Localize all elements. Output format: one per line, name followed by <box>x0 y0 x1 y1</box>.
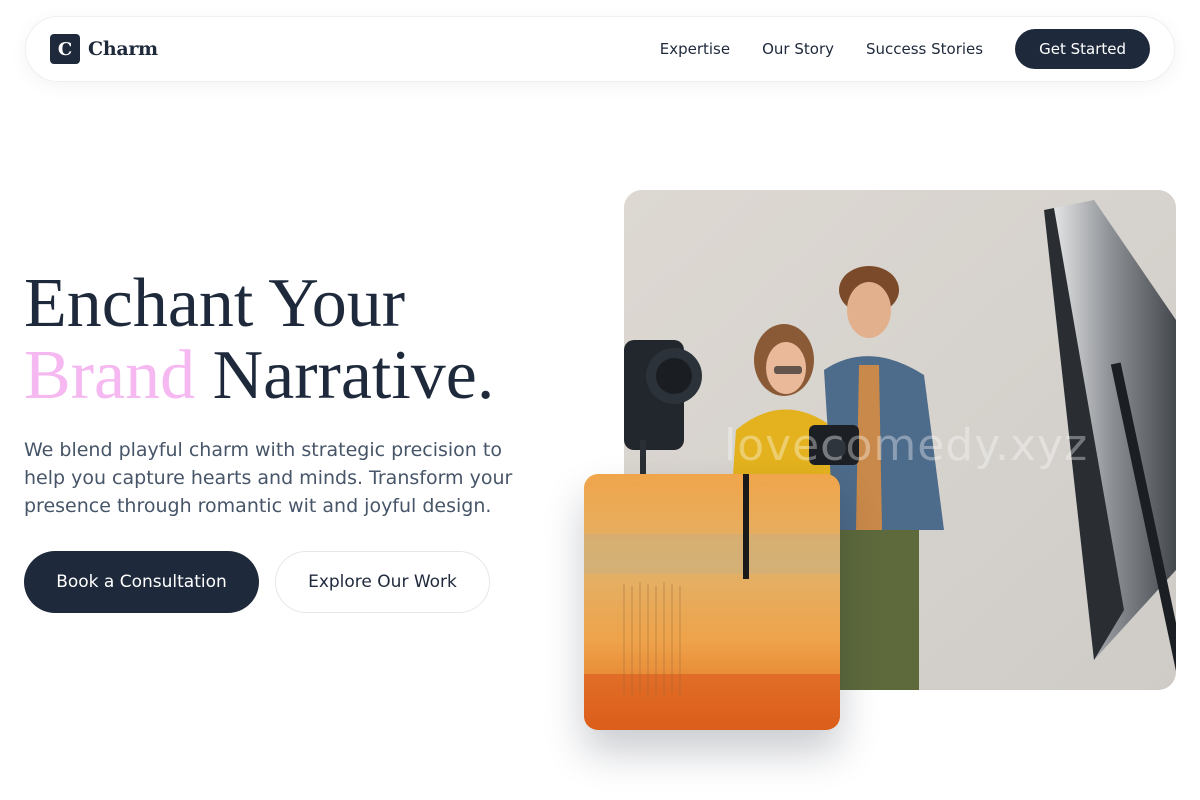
explore-work-button[interactable]: Explore Our Work <box>275 551 490 613</box>
hero-title: Enchant Your Brand Narrative. <box>24 268 584 412</box>
nav-link-success-stories[interactable]: Success Stories <box>866 40 983 58</box>
book-consultation-button[interactable]: Book a Consultation <box>24 551 259 613</box>
photo-watermark: lovecomedy.xyz <box>724 420 1089 471</box>
abstract-painting-illustration <box>584 474 840 730</box>
get-started-button[interactable]: Get Started <box>1015 29 1150 69</box>
hero-title-accent: Brand <box>24 337 196 414</box>
hero-description: We blend playful charm with strategic pr… <box>24 439 513 517</box>
nav-link-expertise[interactable]: Expertise <box>660 40 730 58</box>
hero-title-rest: Narrative. <box>212 337 495 414</box>
hero-title-line1: Enchant Your <box>24 265 406 342</box>
abstract-painting-photo <box>584 474 840 730</box>
brand-name: Charm <box>88 38 158 60</box>
brand-logo[interactable]: C Charm <box>50 34 158 64</box>
brand-mark-icon: C <box>50 34 80 64</box>
nav-links: Expertise Our Story Success Stories <box>660 40 983 58</box>
navbar: C Charm Expertise Our Story Success Stor… <box>25 16 1175 82</box>
nav-link-our-story[interactable]: Our Story <box>762 40 834 58</box>
